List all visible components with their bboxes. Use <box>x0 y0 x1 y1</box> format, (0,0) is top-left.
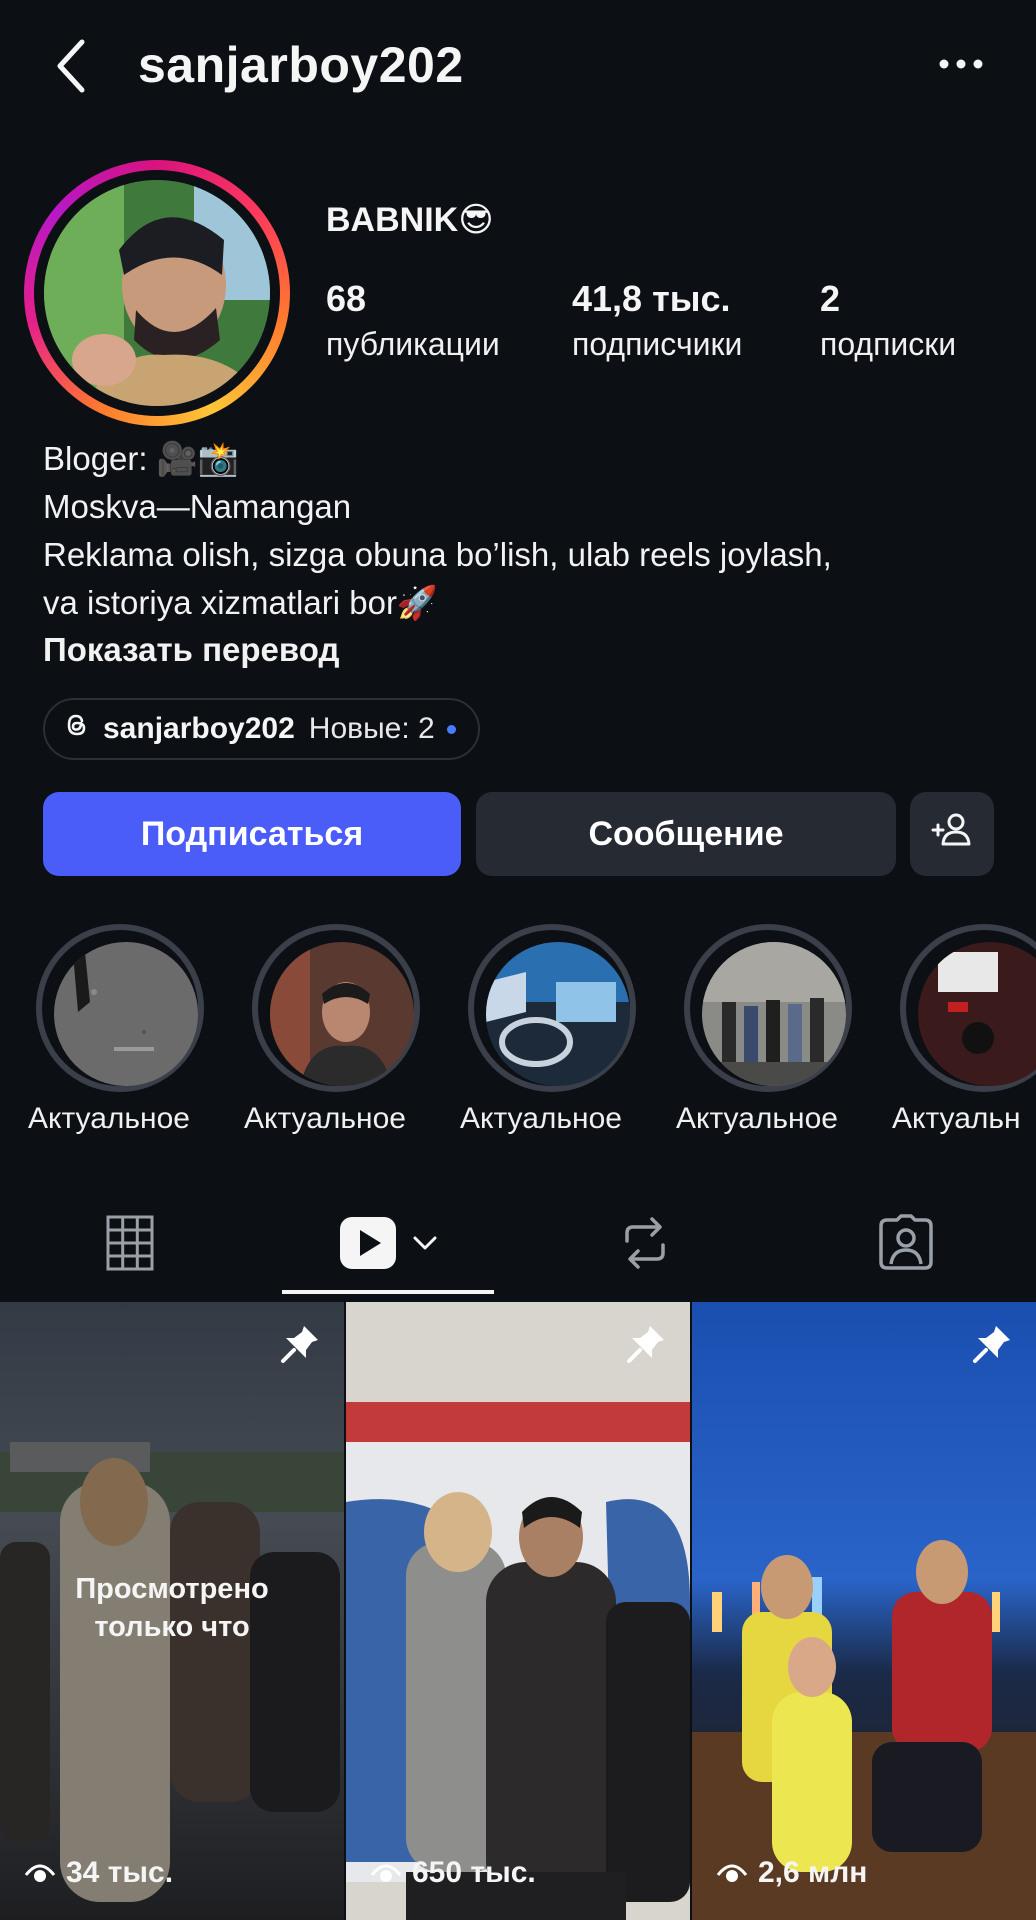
active-tab-indicator <box>282 1290 494 1294</box>
highlight-item[interactable] <box>252 924 420 1092</box>
bio-line: Moskva—Namangan <box>43 488 352 525</box>
reel-thumbnail[interactable]: 2,6 млн <box>692 1302 1036 1920</box>
view-count: 2,6 млн <box>716 1856 867 1890</box>
tab-grid[interactable] <box>20 1200 240 1290</box>
tagged-icon <box>877 1213 935 1277</box>
threads-new-count: Новые: 2 <box>308 712 435 745</box>
highlight-label: Актуальное <box>676 1102 838 1135</box>
add-user-button[interactable] <box>910 792 994 876</box>
tab-reposts[interactable] <box>535 1200 755 1290</box>
new-indicator-dot <box>446 724 456 734</box>
followers-label[interactable]: подписчики <box>572 326 742 363</box>
following-count[interactable]: 2 <box>820 278 840 320</box>
threads-icon <box>63 711 91 747</box>
repost-icon <box>619 1215 671 1276</box>
eye-icon <box>370 1864 402 1882</box>
threads-handle: sanjarboy202 <box>103 712 295 745</box>
followers-count[interactable]: 41,8 тыс. <box>572 278 730 320</box>
highlight-cover <box>918 942 1036 1086</box>
highlight-label: Актуальное <box>460 1102 622 1135</box>
profile-username-title: sanjarboy202 <box>138 37 464 93</box>
display-name: BABNIK😎 <box>326 201 494 239</box>
watched-overlay: Просмотрено только что <box>75 1573 269 1643</box>
posts-count[interactable]: 68 <box>326 278 366 320</box>
message-button[interactable]: Сообщение <box>476 792 896 876</box>
highlight-label: Актуальн <box>892 1102 1021 1135</box>
highlight-label: Актуальное <box>28 1102 190 1135</box>
view-count-text: 650 тыс. <box>412 1856 536 1889</box>
top-bar: sanjarboy202 <box>0 0 1036 130</box>
follow-button[interactable]: Подписаться <box>43 792 461 876</box>
bio-line: Reklama olish, sizga obuna bo’lish, ulab… <box>43 536 832 573</box>
tab-reels[interactable] <box>282 1200 494 1290</box>
eye-icon <box>716 1864 748 1882</box>
highlight-cover <box>54 942 198 1086</box>
pin-icon <box>970 1322 1014 1366</box>
eye-icon <box>24 1864 56 1882</box>
grid-icon <box>106 1215 154 1276</box>
show-translation-link[interactable]: Показать перевод <box>43 627 339 673</box>
reel-thumbnail[interactable]: 650 тыс. <box>346 1302 690 1920</box>
threads-badge[interactable]: sanjarboy202 Новые: 2 <box>43 698 480 760</box>
bio-line: va istoriya xizmatlari bor🚀 <box>43 584 439 621</box>
pin-icon <box>624 1322 668 1366</box>
chevron-down-icon[interactable] <box>412 1235 438 1256</box>
view-count-text: 34 тыс. <box>66 1856 174 1889</box>
highlight-cover <box>486 942 630 1086</box>
reels-icon <box>338 1215 398 1276</box>
view-count-text: 2,6 млн <box>758 1856 868 1889</box>
bio-line: Bloger: 🎥📸 <box>43 440 239 477</box>
pin-icon <box>278 1322 322 1366</box>
view-count: 650 тыс. <box>370 1856 536 1890</box>
avatar[interactable] <box>44 180 270 406</box>
tab-tagged[interactable] <box>796 1200 1016 1290</box>
reel-image <box>346 1302 690 1920</box>
highlight-cover <box>702 942 846 1086</box>
highlight-item[interactable] <box>468 924 636 1092</box>
following-label[interactable]: подписки <box>820 326 956 363</box>
highlight-label: Актуальное <box>244 1102 406 1135</box>
reel-thumbnail[interactable]: Просмотрено только что 34 тыс. <box>0 1302 344 1920</box>
highlight-item[interactable] <box>684 924 852 1092</box>
reel-image <box>692 1302 1036 1920</box>
more-horizontal-icon[interactable] <box>936 44 986 84</box>
posts-label[interactable]: публикации <box>326 326 500 363</box>
view-count: 34 тыс. <box>24 1856 173 1890</box>
highlight-item[interactable] <box>36 924 204 1092</box>
add-user-icon <box>930 810 974 859</box>
highlight-cover <box>270 942 414 1086</box>
highlight-item[interactable] <box>900 924 1036 1092</box>
chevron-left-icon[interactable] <box>48 34 100 98</box>
